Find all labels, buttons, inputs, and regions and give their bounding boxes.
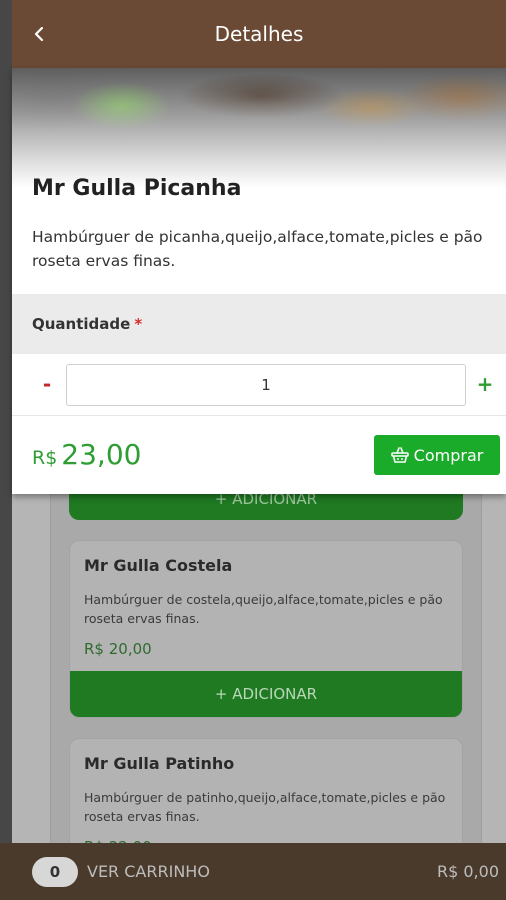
app-header: Detalhes (12, 0, 506, 68)
product-details-sheet: Mr Gulla Picanha Hambúrguer de picanha,q… (12, 68, 506, 494)
background-side-strip (0, 0, 12, 900)
increase-quantity-button[interactable]: + (474, 370, 496, 398)
product-card-description: Hambúrguer de costela,queijo,alface,toma… (84, 592, 443, 626)
buy-button[interactable]: Comprar (374, 435, 500, 475)
product-card-costela: Mr Gulla Costela Hambúrguer de costela,q… (69, 540, 463, 718)
page-title: Detalhes (214, 22, 304, 46)
decrease-quantity-button[interactable]: - (36, 370, 58, 398)
back-button[interactable] (26, 20, 52, 48)
chevron-left-icon (34, 26, 44, 42)
product-card-description: Hambúrguer de patinho,queijo,alface,toma… (84, 790, 446, 824)
product-card-price: R$ 20,00 (84, 640, 152, 658)
quantity-label: Quantidade (32, 315, 131, 333)
price-currency: R$ (32, 447, 58, 469)
buy-button-label: Comprar (413, 445, 484, 465)
cart-count-badge: 0 (32, 856, 78, 887)
product-image (12, 68, 506, 188)
product-price: R$ 23,00 (32, 438, 141, 471)
product-title: Mr Gulla Picanha (32, 176, 242, 201)
cart-bar[interactable]: 0 VER CARRINHO R$ 0,00 (0, 843, 506, 900)
add-to-cart-button[interactable]: + ADICIONAR (70, 671, 462, 717)
product-card-title: Mr Gulla Costela (84, 556, 233, 575)
required-marker: * (134, 315, 143, 333)
quantity-section-header: Quantidade * (12, 294, 506, 354)
product-card-title: Mr Gulla Patinho (84, 754, 235, 773)
product-description: Hambúrguer de picanha,queijo,alface,toma… (32, 228, 483, 270)
purchase-row: R$ 23,00 Comprar (12, 416, 506, 494)
quantity-input[interactable] (66, 364, 466, 406)
price-amount: 23,00 (61, 438, 142, 471)
basket-icon (390, 447, 409, 463)
cart-total: R$ 0,00 (436, 862, 499, 881)
view-cart-label: VER CARRINHO (87, 862, 210, 881)
add-button-partial[interactable]: + ADICIONAR (69, 490, 463, 520)
quantity-stepper: - + (12, 354, 506, 416)
